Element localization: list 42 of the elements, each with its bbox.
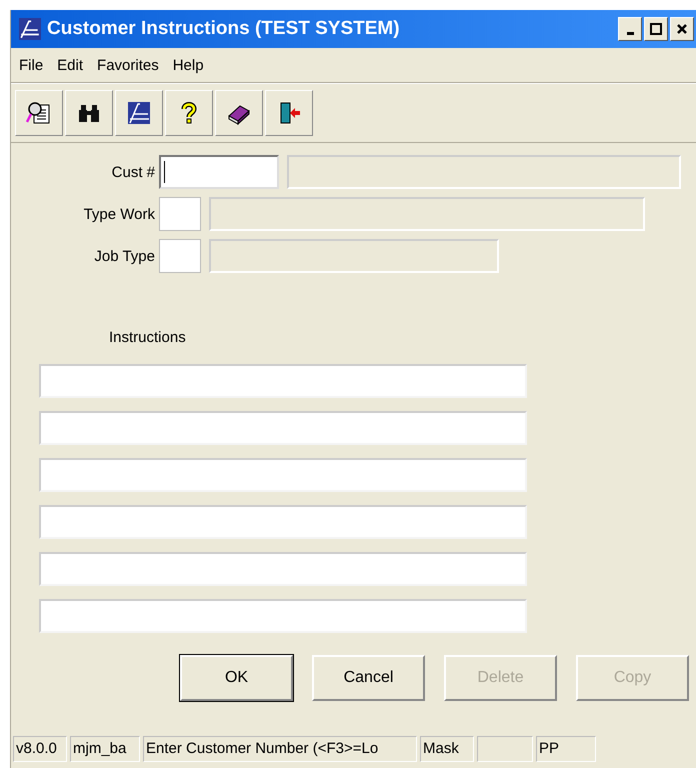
dialog-button[interactable]: OK (180, 655, 293, 701)
input-field[interactable] (159, 239, 201, 273)
instructions-label: Instructions (109, 329, 187, 346)
menu-item[interactable]: Help (172, 56, 204, 74)
dialog-button[interactable]: Cancel (312, 655, 425, 701)
document-magnifier-icon (26, 100, 52, 126)
menu-item[interactable]: Favorites (97, 56, 159, 74)
menu-item[interactable]: File (19, 56, 44, 74)
logo-icon (126, 100, 152, 126)
status-cell: v8.0.0 (13, 736, 67, 762)
instruction-field[interactable] (39, 552, 527, 586)
status-cell: PP (536, 736, 596, 762)
logo-icon (19, 18, 41, 40)
close-button[interactable] (670, 17, 694, 41)
text-cursor (164, 161, 165, 183)
instruction-field[interactable] (39, 364, 527, 398)
instruction-field[interactable] (39, 411, 527, 445)
maximize-button[interactable] (644, 17, 668, 41)
toolbar-button[interactable] (265, 90, 313, 136)
status-cell: Mask (420, 736, 474, 762)
input-field[interactable] (159, 197, 201, 231)
close-icon (676, 23, 688, 35)
maximize-icon (650, 23, 662, 35)
toolbar-button[interactable] (165, 90, 213, 136)
window-title: Customer Instructions (TEST SYSTEM) (47, 18, 401, 40)
input-field[interactable] (159, 155, 279, 189)
minimize-button[interactable] (618, 17, 642, 41)
toolbar-button[interactable] (115, 90, 163, 136)
toolbar-button[interactable] (65, 90, 113, 136)
toolbar-button[interactable] (15, 90, 63, 136)
instruction-field[interactable] (39, 458, 527, 492)
status-cell (477, 736, 533, 762)
status-cell: Enter Customer Number (<F3>=Lo (143, 736, 417, 762)
menu-item[interactable]: Edit (57, 56, 84, 74)
instruction-field[interactable] (39, 505, 527, 539)
field-label: Type Work (82, 206, 156, 222)
field-label: Job Type (93, 248, 156, 264)
toolbar-button[interactable] (215, 90, 263, 136)
minimize-icon (626, 32, 634, 34)
field-label: Cust # (110, 164, 156, 180)
status-cell: mjm_ba (70, 736, 140, 762)
instruction-field[interactable] (39, 599, 527, 633)
